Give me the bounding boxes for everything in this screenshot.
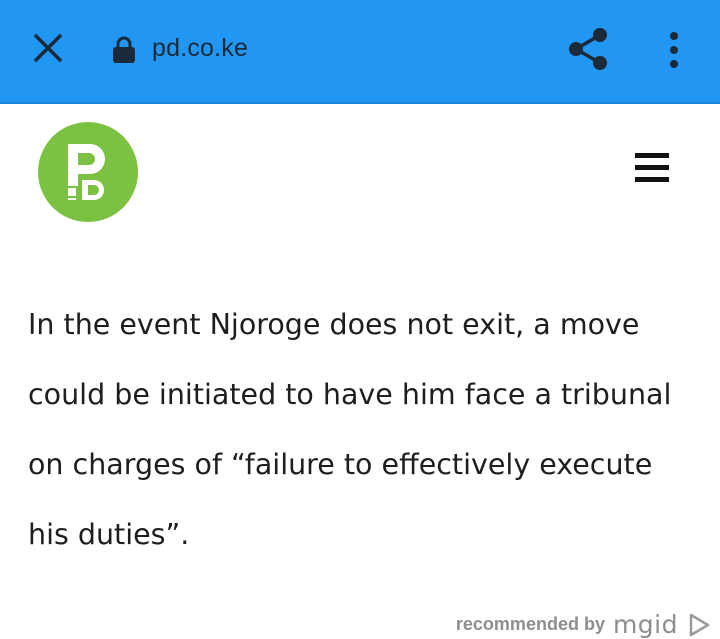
play-icon (689, 613, 710, 636)
hamburger-icon[interactable] (632, 150, 672, 186)
url-text[interactable]: pd.co.ke (152, 34, 248, 63)
more-vert-icon[interactable] (660, 30, 688, 70)
close-button[interactable] (28, 28, 68, 68)
site-logo[interactable] (38, 122, 138, 222)
browser-toolbar: pd.co.ke (0, 0, 720, 104)
recommended-label: recommended by (455, 614, 605, 634)
lock-icon (113, 36, 135, 63)
close-icon (34, 34, 62, 62)
share-icon[interactable] (566, 26, 610, 72)
article-paragraph: In the event Njoroge does not exit, a mo… (28, 308, 672, 551)
